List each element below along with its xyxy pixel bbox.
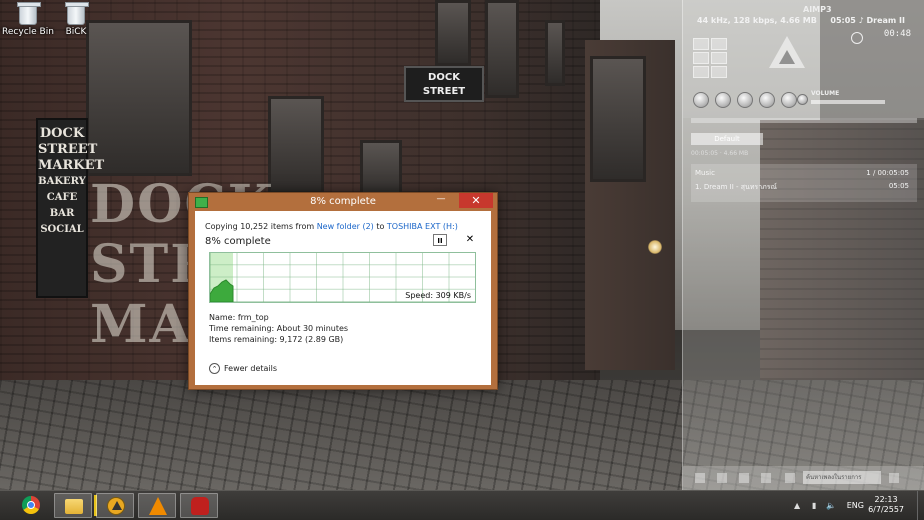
file-name-label: Name: frm_top [209, 313, 269, 322]
aimp-next-button[interactable] [781, 92, 797, 108]
aimp-playlist-track[interactable]: 1. Dream II - สุนทราภรณ์ 05:05 [695, 182, 913, 193]
aimp-playlist-summary: 00:05:05 · 4.66 MB [691, 150, 749, 157]
wallpaper-window [86, 20, 192, 176]
taskbar-aimp[interactable] [96, 493, 134, 518]
aimp-open-button[interactable] [797, 94, 808, 105]
aimp-playlist[interactable]: Music 1 / 00:05:05 1. Dream II - สุนทราภ… [691, 164, 917, 202]
system-tray: ▲ ▮ 🔈 ENG 22:13 6/7/2557 [794, 491, 924, 520]
pause-button[interactable]: II [433, 234, 447, 246]
aimp-play-button[interactable] [715, 92, 731, 108]
aimp-playlist-group[interactable]: Music 1 / 00:05:05 [695, 169, 913, 177]
search-icon[interactable] [785, 473, 795, 483]
cancel-copy-button[interactable]: ✕ [464, 234, 476, 246]
folder-icon [65, 499, 83, 514]
aimp-settings-button[interactable] [711, 66, 727, 78]
aimp-seek-bar[interactable] [691, 118, 917, 123]
aimp-volume-label: VOLUME [811, 90, 840, 97]
aimp-volume-slider[interactable] [811, 100, 885, 104]
wallpaper-window [545, 20, 565, 86]
aimp-time-display: 00:48 [883, 29, 911, 39]
aimp-playlist-toggle[interactable] [693, 66, 709, 78]
wallpaper-hanging-sign: DOCK STREET [404, 66, 484, 102]
aimp-remove-button[interactable] [717, 473, 727, 483]
close-button[interactable]: ✕ [459, 193, 493, 208]
wallpaper-street-lamp [648, 240, 662, 254]
desktop-icon-bick[interactable]: BiCK [48, 0, 104, 37]
taskbar-file-explorer[interactable] [54, 493, 92, 518]
taskbar-chrome[interactable] [12, 493, 50, 518]
aimp-stop-button[interactable] [759, 92, 775, 108]
aimp-menu-button[interactable] [889, 473, 899, 483]
taskbar-vlc[interactable] [138, 493, 176, 518]
wallpaper-market-sign: DOCK STREET MARKET BAKERY CAFE BAR SOCIA… [36, 118, 104, 298]
recycle-bin-icon [17, 2, 41, 25]
aimp-shuffle-button[interactable] [693, 52, 709, 64]
taskbar: ▲ ▮ 🔈 ENG 22:13 6/7/2557 [0, 490, 924, 520]
fewer-details-toggle[interactable]: ⌃ Fewer details [209, 363, 277, 374]
items-remaining-label: Items remaining: 9,172 (2.89 GB) [209, 335, 344, 344]
chrome-icon [22, 496, 40, 514]
wallpaper-window [485, 0, 519, 98]
aimp-player-window[interactable]: 44 kHz, 128 kbps, 4.66 MB AIMP3 05:05 ♪ … [682, 0, 924, 490]
taskbar-app[interactable] [180, 493, 218, 518]
aimp-add-button[interactable] [695, 473, 705, 483]
input-language-indicator[interactable]: ENG [847, 501, 864, 510]
aimp-track-info: 44 kHz, 128 kbps, 4.66 MB [697, 16, 817, 25]
transfer-speed-graph: Speed: 309 KB/s [209, 252, 476, 303]
volume-icon[interactable]: 🔈 [826, 501, 836, 510]
destination-drive-link[interactable]: TOSHIBA EXT (H:) [387, 222, 458, 231]
progress-percent-label: 8% complete [205, 236, 271, 247]
vlc-icon [149, 497, 167, 515]
aimp-mode-button[interactable] [711, 38, 727, 50]
aimp-search-input[interactable]: ค้นหาเพลงในรายการ [803, 471, 881, 484]
tray-overflow-arrow-icon[interactable]: ▲ [794, 501, 800, 510]
bag-icon [191, 497, 209, 515]
time-remaining-label: Time remaining: About 30 minutes [209, 324, 349, 333]
tray-clock[interactable]: 22:13 6/7/2557 [868, 495, 904, 515]
aimp-logo-text: AIMP3 [803, 5, 832, 14]
aimp-logo-icon [769, 36, 805, 68]
power-icon[interactable] [851, 32, 863, 44]
aimp-misc-button[interactable] [761, 473, 771, 483]
aimp-preset-tab[interactable]: Default [691, 133, 763, 145]
aimp-icon [107, 497, 125, 515]
recycle-bin-icon [65, 2, 89, 25]
wallpaper-window [435, 0, 471, 66]
minimize-button[interactable]: — [427, 193, 455, 208]
speed-readout: Speed: 309 KB/s [405, 291, 471, 300]
chevron-up-icon: ⌃ [209, 363, 220, 374]
copy-summary: Copying 10,252 items from New folder (2)… [205, 222, 458, 231]
desktop-icon-label: BiCK [65, 27, 87, 37]
aimp-now-playing: 05:05 ♪ Dream II [830, 16, 905, 25]
source-folder-link[interactable]: New folder (2) [317, 222, 374, 231]
aimp-repeat-button[interactable] [711, 52, 727, 64]
aimp-sort-button[interactable] [739, 473, 749, 483]
aimp-prev-button[interactable] [693, 92, 709, 108]
aimp-bottom-toolbar: ค้นหาเพลงในรายการ [683, 466, 924, 490]
aimp-eq-button[interactable] [693, 38, 709, 50]
aimp-pause-button[interactable] [737, 92, 753, 108]
show-desktop-button[interactable] [917, 491, 924, 520]
network-signal-icon[interactable]: ▮ [812, 501, 816, 510]
wallpaper-window [590, 56, 646, 182]
